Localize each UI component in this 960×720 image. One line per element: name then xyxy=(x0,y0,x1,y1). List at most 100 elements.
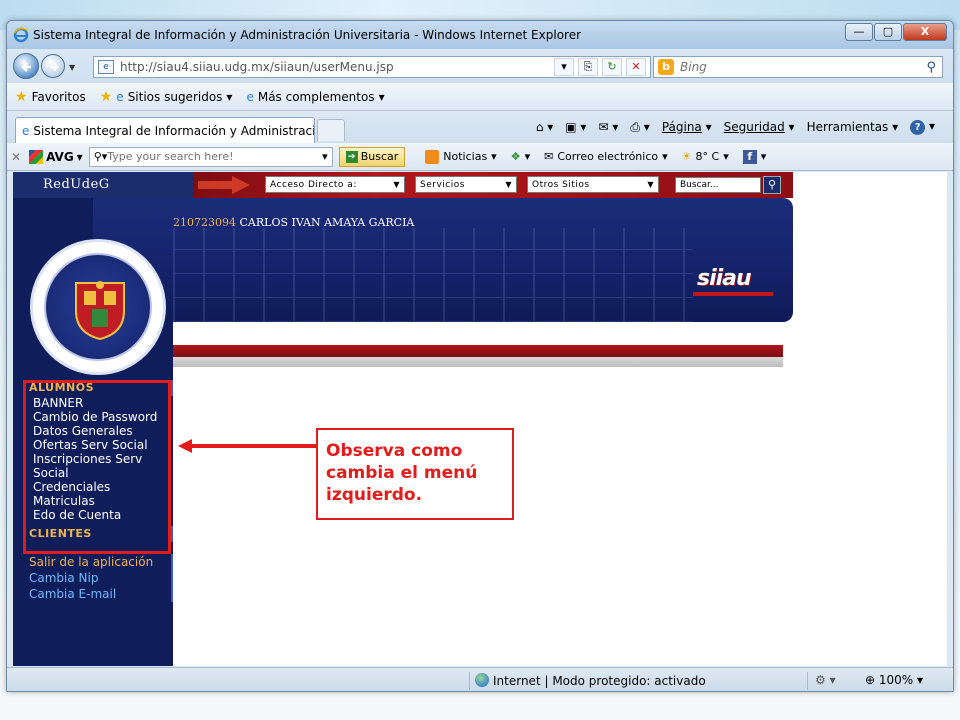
gray-stripe xyxy=(173,357,783,367)
security-menu[interactable]: Seguridad ▾ xyxy=(724,120,795,134)
url-box: e ▾ ⎘ ↻ ✕ xyxy=(93,56,651,78)
search-icon: ⚲▾ xyxy=(93,150,108,163)
title-bar: Sistema Integral de Información y Admini… xyxy=(7,21,953,49)
menu-item-social[interactable]: Social xyxy=(27,466,173,480)
menu-item-inscripciones-serv[interactable]: Inscripciones Serv xyxy=(27,452,173,466)
url-input[interactable] xyxy=(120,60,554,74)
tab-siiau[interactable]: e Sistema Integral de Información y Admi… xyxy=(15,117,315,143)
search-input[interactable] xyxy=(680,60,927,74)
home-icon[interactable]: ⌂ ▾ xyxy=(536,120,553,134)
site-search-button[interactable]: ⚲ xyxy=(763,176,781,194)
servicios-label: Servicios xyxy=(420,179,465,190)
more-addons-button[interactable]: e Más complementos ▾ xyxy=(246,90,384,104)
favorites-bar: ★ Favoritos ★ e Sitios sugeridos ▾ e Más… xyxy=(7,83,953,111)
change-nip-link[interactable]: Cambia Nip xyxy=(27,570,173,586)
close-toolbar-icon[interactable]: ✕ xyxy=(11,150,21,164)
avg-logo[interactable]: AVG ▾ xyxy=(29,149,83,164)
command-bar: ⌂ ▾ ▣ ▾ ✉ ▾ ⎙ ▾ Página ▾ Seguridad ▾ Her… xyxy=(536,119,935,135)
otros-sitios-label: Otros Sitios xyxy=(532,179,590,190)
protection-icon[interactable]: ⚙ ▾ xyxy=(815,673,836,687)
dropdown-arrow-icon[interactable]: ▾ xyxy=(554,58,574,76)
chevron-down-icon[interactable]: ▾ xyxy=(322,150,328,163)
udg-seal xyxy=(33,242,163,372)
help-menu[interactable]: ? ▾ xyxy=(910,119,935,135)
avg-logo-icon xyxy=(29,149,44,164)
security-zone[interactable]: Internet | Modo protegido: activado xyxy=(475,673,706,688)
logout-link[interactable]: Salir de la aplicación xyxy=(27,554,173,570)
ie-page-icon: e xyxy=(246,89,254,104)
acceso-directo-label: Acceso Directo a: xyxy=(270,179,357,190)
arrow-right-icon: ➔ xyxy=(345,150,358,163)
history-dropdown-icon[interactable]: ▼ xyxy=(69,63,75,72)
arrow-decoration-icon xyxy=(198,176,250,194)
favorites-button[interactable]: ★ Favoritos xyxy=(15,89,86,105)
status-divider xyxy=(469,672,470,690)
menu-item-matriculas[interactable]: Matriculas xyxy=(27,494,173,508)
search-box: b ⚲ xyxy=(653,56,943,78)
chevron-down-icon: ▾ xyxy=(226,89,233,104)
alumnos-menu: ALUMNOS BANNER Cambio de Password Datos … xyxy=(27,380,173,542)
clientes-heading[interactable]: CLIENTES xyxy=(27,526,173,542)
page-menu[interactable]: Página ▾ xyxy=(662,120,712,134)
weather-button[interactable]: ☀ 8° C ▾ xyxy=(682,150,729,163)
arrow-left-icon xyxy=(178,439,318,453)
servicios-select[interactable]: Servicios ▼ xyxy=(415,176,517,193)
menu-item-ofertas-serv-social[interactable]: Ofertas Serv Social xyxy=(27,438,173,452)
avg-search-button[interactable]: ➔ Buscar xyxy=(338,146,406,167)
suggested-sites-label: Sitios sugeridos xyxy=(127,89,223,104)
search-icon[interactable]: ⚲ xyxy=(926,60,936,75)
menu-item-banner[interactable]: BANNER xyxy=(27,396,173,410)
maximize-button[interactable]: ▢ xyxy=(874,23,902,41)
siiau-banner: 210723094 CARLOS IVAN AMAYA GARCIA siiau xyxy=(93,198,793,322)
zoom-control[interactable]: ⊕ 100% ▾ xyxy=(865,673,923,687)
news-button[interactable]: Noticias ▾ xyxy=(425,149,497,164)
help-icon: ? xyxy=(910,120,926,135)
minimize-button[interactable]: — xyxy=(845,23,873,41)
feeds-icon[interactable]: ▣ ▾ xyxy=(565,120,586,134)
compatibility-view-icon[interactable]: ⎘ xyxy=(578,58,598,76)
suggested-sites-button[interactable]: ★ e Sitios sugeridos ▾ xyxy=(100,89,233,105)
menu-item-credenciales[interactable]: Credenciales xyxy=(27,480,173,494)
address-bar: ▼ e ▾ ⎘ ↻ ✕ b ⚲ xyxy=(7,49,953,83)
menu-item-cambio-password[interactable]: Cambio de Password xyxy=(27,410,173,424)
news-label: Noticias xyxy=(443,150,488,163)
menu-item-edo-cuenta[interactable]: Edo de Cuenta xyxy=(27,508,173,522)
redudeg-brand[interactable]: RedUdeG xyxy=(43,177,110,192)
acceso-directo-select[interactable]: Acceso Directo a: ▼ xyxy=(265,176,405,193)
refresh-icon[interactable]: ↻ xyxy=(602,58,622,76)
back-button[interactable] xyxy=(13,53,39,79)
site-search-input[interactable]: Buscar... xyxy=(675,177,761,193)
print-icon[interactable]: ⎙ ▾ xyxy=(630,120,649,135)
alumnos-heading[interactable]: ALUMNOS xyxy=(27,380,173,396)
email-button[interactable]: ✉ Correo electrónico ▾ xyxy=(544,150,668,163)
forward-button[interactable] xyxy=(41,54,65,78)
star-icon: ★ xyxy=(15,88,28,105)
back-arrow-icon xyxy=(21,62,31,72)
ie-window: Sistema Integral de Información y Admini… xyxy=(6,20,954,692)
chevron-down-icon: ▼ xyxy=(393,180,400,189)
mail-icon[interactable]: ✉ ▾ xyxy=(598,120,618,134)
otros-sitios-select[interactable]: Otros Sitios ▼ xyxy=(527,176,659,193)
menu-item-datos-generales[interactable]: Datos Generales xyxy=(27,424,173,438)
udg-seal-inner xyxy=(44,253,152,361)
tab-bar: e Sistema Integral de Información y Admi… xyxy=(7,111,953,143)
chevron-down-icon: ▼ xyxy=(505,180,512,189)
udg-shield-icon xyxy=(75,281,125,341)
facebook-button[interactable]: f ▾ xyxy=(742,149,766,164)
student-id: 210723094 xyxy=(173,216,236,229)
stop-icon[interactable]: ✕ xyxy=(626,58,646,76)
change-email-link[interactable]: Cambia E-mail xyxy=(27,586,173,602)
tools-menu[interactable]: Herramientas ▾ xyxy=(807,120,899,134)
new-tab-button[interactable] xyxy=(317,119,345,141)
close-button[interactable]: X xyxy=(903,23,947,41)
url-tools: ▾ ⎘ ↻ ✕ xyxy=(554,58,646,76)
rss-icon xyxy=(425,149,440,164)
window-controls: — ▢ X xyxy=(845,23,947,41)
avg-search-input[interactable] xyxy=(107,150,323,163)
widget-button[interactable]: ❖ ▾ xyxy=(511,150,530,163)
page-icon: e xyxy=(98,60,114,74)
avg-toolbar: ✕ AVG ▾ ⚲▾ ▾ ➔ Buscar Noticias ▾ ❖ ▾ ✉ C… xyxy=(7,143,953,171)
forward-arrow-icon xyxy=(50,62,60,72)
search-icon: ⚲ xyxy=(767,178,777,191)
tab-label: Sistema Integral de Información y Admini… xyxy=(33,123,315,138)
